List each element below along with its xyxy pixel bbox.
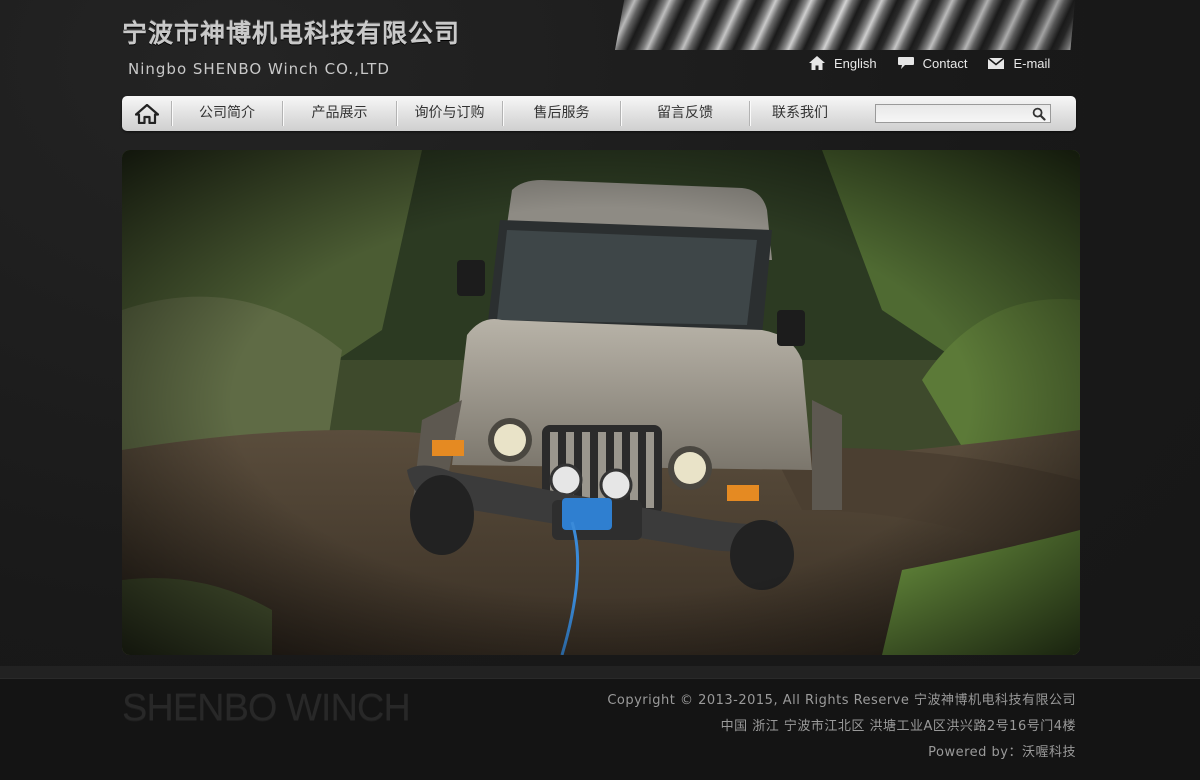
nav-item-products[interactable]: 产品展示 <box>283 96 396 131</box>
search-input[interactable] <box>876 108 1034 126</box>
hero-jeep-image <box>122 150 1080 655</box>
nav-item-feedback[interactable]: 留言反馈 <box>621 96 749 131</box>
home-icon <box>809 56 825 70</box>
email-link-label: E-mail <box>1013 55 1051 71</box>
nav-item-inquiry[interactable]: 询价与订购 <box>397 96 502 131</box>
nav-item-contact[interactable]: 联系我们 <box>750 96 850 131</box>
search-box <box>875 104 1051 126</box>
envelope-icon <box>987 57 1005 69</box>
contact-link[interactable]: Contact <box>897 55 968 71</box>
speech-bubble-icon <box>897 56 914 69</box>
footer: SHENBO WINCH Copyright © 2013-2015, All … <box>0 678 1200 780</box>
nav-home[interactable] <box>122 96 172 131</box>
footer-copyright: Copyright © 2013-2015, All Rights Reserv… <box>607 693 1076 708</box>
nav-item-about[interactable]: 公司简介 <box>172 96 282 131</box>
footer-powered-by[interactable]: Powered by：沃喔科技 <box>928 741 1076 760</box>
english-link[interactable]: English <box>808 55 877 71</box>
contact-link-label: Contact <box>922 55 968 71</box>
company-name-cn: 宁波市神博机电科技有限公司 <box>122 19 461 48</box>
steel-cable-decoration <box>615 0 1075 50</box>
page: 宁波市神博机电科技有限公司 Ningbo SHENBO Winch CO.,LT… <box>0 0 1200 780</box>
hero-banner <box>122 150 1080 655</box>
footer-watermark: SHENBO WINCH <box>122 687 411 729</box>
main-nav: 公司简介 产品展示 询价与订购 售后服务 留言反馈 联系我们 <box>122 96 1076 131</box>
english-link-label: English <box>834 55 877 71</box>
search-icon[interactable] <box>1032 107 1046 121</box>
footer-address: 中国 浙江 宁波市江北区 洪塘工业A区洪兴路2号16号门4楼 <box>720 719 1076 734</box>
email-link[interactable]: E-mail <box>987 55 1050 71</box>
company-name-en: Ningbo SHENBO Winch CO.,LTD <box>128 60 390 78</box>
company-logo[interactable]: 宁波市神博机电科技有限公司 Ningbo SHENBO Winch CO.,LT… <box>122 14 461 78</box>
top-links: English Contact E-mail <box>808 55 1050 71</box>
nav-item-service[interactable]: 售后服务 <box>503 96 620 131</box>
footer-separator <box>0 666 1200 678</box>
home-icon <box>135 103 159 124</box>
